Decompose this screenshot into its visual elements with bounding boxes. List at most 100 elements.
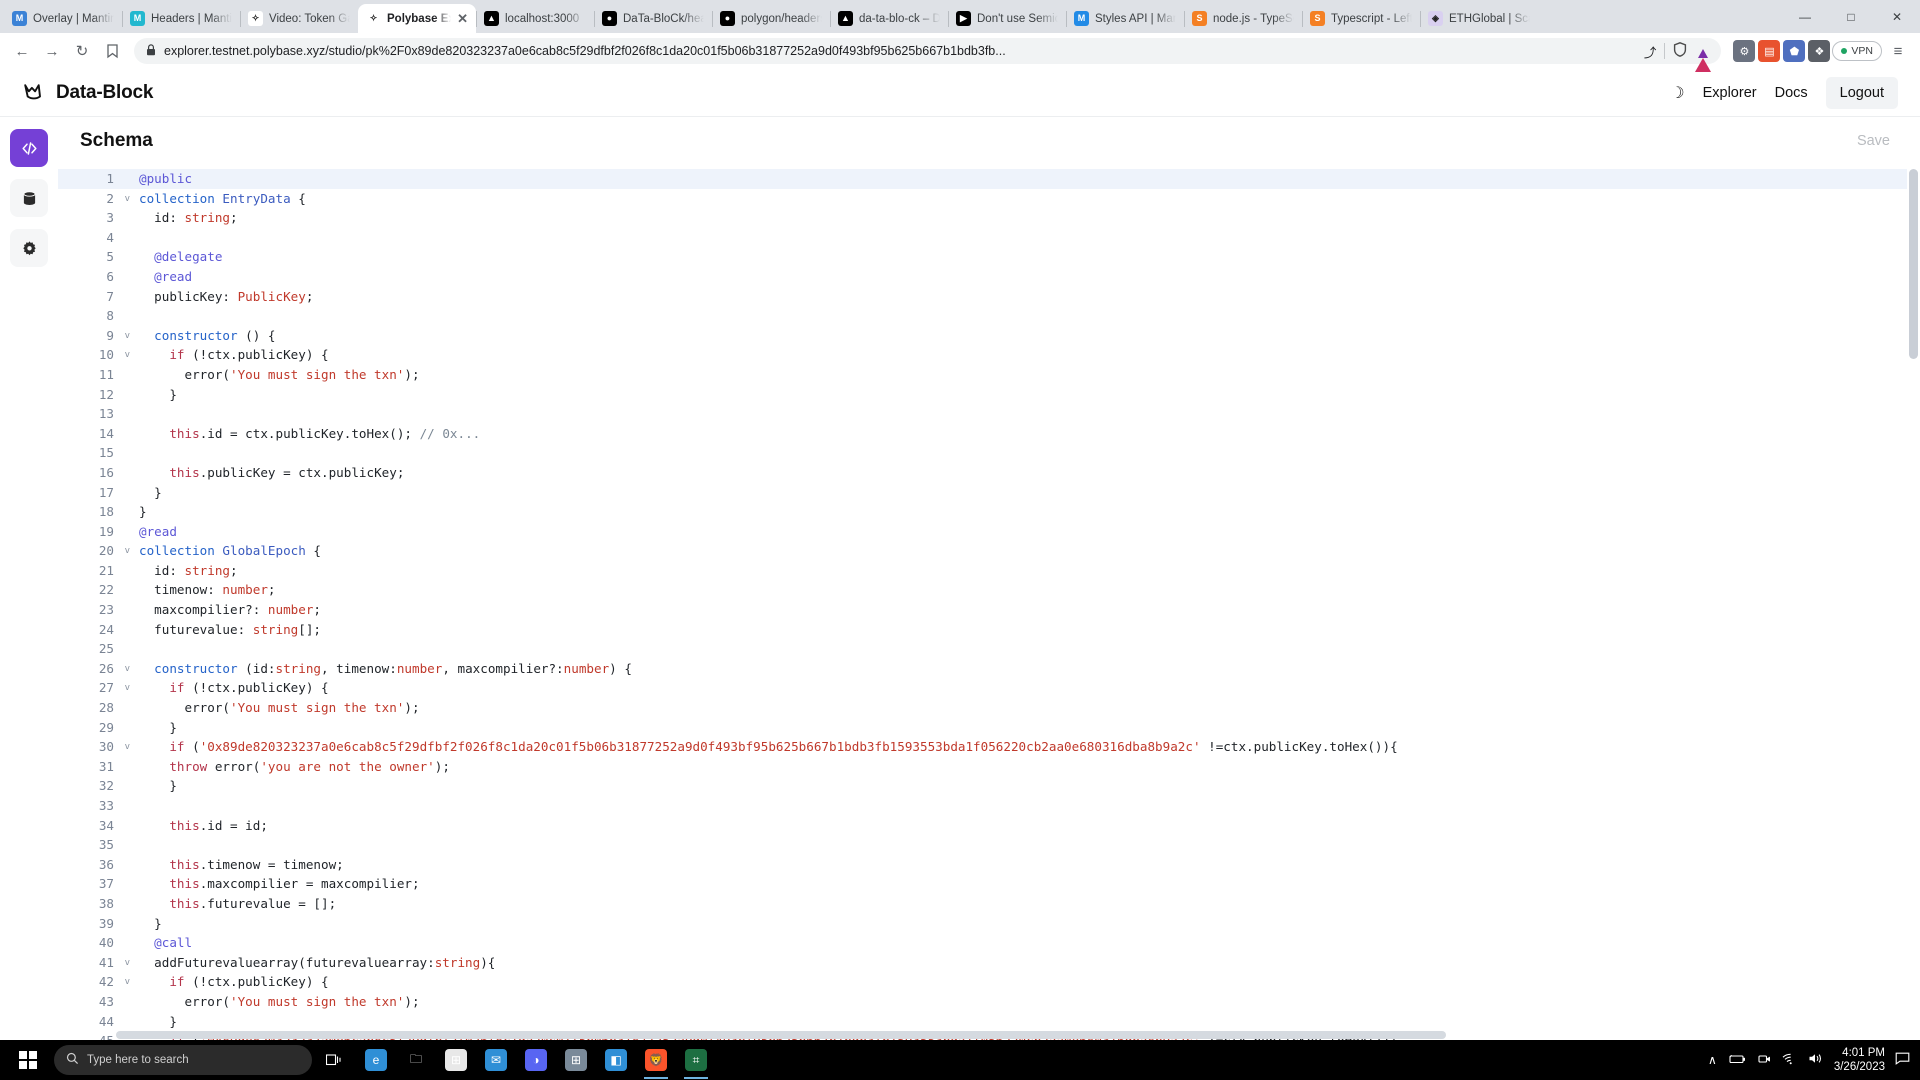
fold-toggle-icon[interactable]: v [125,346,130,366]
chevron-up-icon[interactable]: ∧ [1708,1053,1717,1067]
code-line[interactable]: } [139,502,1920,522]
maximize-button[interactable]: □ [1828,0,1874,33]
code-line[interactable]: @read [139,267,1920,287]
polygon-extension-icon[interactable] [1695,44,1712,72]
taskbar-discord-button[interactable]: ◑ [516,1040,556,1080]
code-line[interactable]: maxcompilier?: number; [139,600,1920,620]
browser-tab[interactable]: ● polygon/headers [712,4,830,33]
code-line[interactable]: this.id = id; [139,816,1920,836]
code-line[interactable]: futurevalue: string[]; [139,620,1920,640]
code-line[interactable]: this.publicKey = ctx.publicKey; [139,463,1920,483]
code-line[interactable]: this.timenow = timenow; [139,855,1920,875]
tab-close-icon[interactable]: ✕ [457,12,468,25]
logout-button[interactable]: Logout [1825,76,1898,109]
sidebar-item-code[interactable] [10,129,48,167]
metamask-extension[interactable]: ⬟ [1783,40,1806,62]
code-line[interactable]: @read [139,522,1920,542]
code-line[interactable] [139,443,1920,463]
browser-tab[interactable]: S Typescript - Left [1302,4,1420,33]
taskbar-vscode-button[interactable]: ◧ [596,1040,636,1080]
wifi-icon[interactable] [1782,1053,1798,1068]
browser-tab[interactable]: ✧ Video: Token Gating [240,4,358,33]
code-line[interactable]: constructor (id:string, timenow:number, … [139,659,1920,679]
code-line[interactable]: collection EntryData { [139,189,1920,209]
share-icon[interactable]: ⤴ [1644,42,1657,61]
browser-tab[interactable]: M Styles API | Mantine [1066,4,1184,33]
code-line[interactable]: @call [139,933,1920,953]
fold-toggle-icon[interactable]: v [125,954,130,974]
fold-toggle-icon[interactable]: v [125,973,130,993]
code-line[interactable] [139,835,1920,855]
camera-icon[interactable] [1757,1053,1772,1068]
code-line[interactable]: @delegate [139,247,1920,267]
fold-toggle-icon[interactable]: v [125,679,130,699]
code-line[interactable]: publicKey: PublicKey; [139,287,1920,307]
browser-tab[interactable]: M Headers | Mantine [122,4,240,33]
taskbar-excel-button[interactable]: ⌗ [676,1040,716,1080]
code-line[interactable]: @public [120,169,1920,189]
close-window-button[interactable]: ✕ [1874,0,1920,33]
vpn-status-badge[interactable]: VPN [1832,41,1882,61]
fold-toggle-icon[interactable]: v [125,542,130,562]
browser-tab[interactable]: M Overlay | Mantine [4,4,122,33]
forward-icon[interactable]: → [38,37,66,65]
code-editor[interactable]: 1 2 v 3 4 5 6 7 8 9 v 10 v 11 12 13 14 15 16 17 18 19 20 v 21 22 2… [58,165,1920,1040]
code-line[interactable]: id: string; [139,561,1920,581]
nav-link-docs[interactable]: Docs [1775,85,1808,101]
code-line[interactable]: if (!ctx.publicKey) { [139,972,1920,992]
vertical-scrollbar-thumb[interactable] [1909,169,1918,359]
address-bar[interactable]: explorer.testnet.polybase.xyz/studio/pk%… [134,38,1722,72]
taskbar-file-explorer-button[interactable]: 🗀 [396,1040,436,1080]
toolbox-extension[interactable]: ▤ [1758,40,1781,62]
fold-toggle-icon[interactable]: v [125,327,130,347]
code-line[interactable]: } [139,1012,1920,1032]
code-line[interactable]: } [139,776,1920,796]
puzzle-extension[interactable]: ❖ [1808,40,1831,62]
back-icon[interactable]: ← [8,37,36,65]
settings-extension[interactable]: ⚙ [1733,40,1756,62]
horizontal-scrollbar[interactable] [58,1030,1920,1040]
code-line[interactable]: this.maxcompilier = maxcompilier; [139,874,1920,894]
dark-mode-toggle-icon[interactable]: ☽ [1670,83,1684,103]
reload-icon[interactable]: ↻ [68,37,96,65]
code-line[interactable]: throw error('you are not the owner'); [139,757,1920,777]
taskbar-search-input[interactable]: Type here to search [54,1045,312,1075]
code-line[interactable]: } [139,718,1920,738]
code-line[interactable]: this.id = ctx.publicKey.toHex(); // 0x..… [139,424,1920,444]
code-line[interactable]: collection GlobalEpoch { [139,541,1920,561]
taskbar-brave-button[interactable]: 🦁 [636,1040,676,1080]
battery-icon[interactable] [1727,1053,1747,1068]
horizontal-scrollbar-thumb[interactable] [116,1031,1446,1039]
browser-tab[interactable]: ▲ localhost:3000 [476,4,594,33]
taskbar-calculator-button[interactable]: ⊞ [556,1040,596,1080]
browser-menu-icon[interactable]: ≡ [1884,37,1912,65]
code-line[interactable]: } [139,914,1920,934]
browser-tab[interactable]: Snode.js - TypeScript [1184,4,1302,33]
code-line[interactable]: id: string; [139,208,1920,228]
code-line[interactable]: error('You must sign the txn'); [139,992,1920,1012]
code-line[interactable] [139,306,1920,326]
brave-shields-icon[interactable] [1673,42,1687,60]
browser-tab[interactable]: ● DaTa-BloCk/headers [594,4,712,33]
browser-tab[interactable]: ✧ Polybase Explorer ✕ [358,4,476,33]
sidebar-item-database[interactable] [10,179,48,217]
task-view-button[interactable] [314,1040,354,1080]
start-button[interactable] [4,1040,52,1080]
sidebar-item-settings[interactable] [10,229,48,267]
taskbar-mail-button[interactable]: ✉ [476,1040,516,1080]
taskbar-store-button[interactable]: ⊞ [436,1040,476,1080]
bookmark-icon[interactable] [98,37,126,65]
fold-toggle-icon[interactable]: v [125,190,130,210]
minimize-button[interactable]: — [1782,0,1828,33]
code-line[interactable]: if (!ctx.publicKey) { [139,345,1920,365]
code-area[interactable]: @public collection EntryData { id: string… [120,165,1920,1040]
code-line[interactable]: this.futurevalue = []; [139,894,1920,914]
code-line[interactable] [139,639,1920,659]
save-button[interactable]: Save [1845,127,1902,155]
taskbar-clock[interactable]: 4:01 PM 3/26/2023 [1834,1046,1885,1074]
browser-tab[interactable]: ▲ da-ta-blo-ck – Di [830,4,948,33]
volume-icon[interactable] [1808,1052,1824,1068]
taskbar-edge-button[interactable]: e [356,1040,396,1080]
code-line[interactable]: } [139,483,1920,503]
code-line[interactable]: } [139,385,1920,405]
